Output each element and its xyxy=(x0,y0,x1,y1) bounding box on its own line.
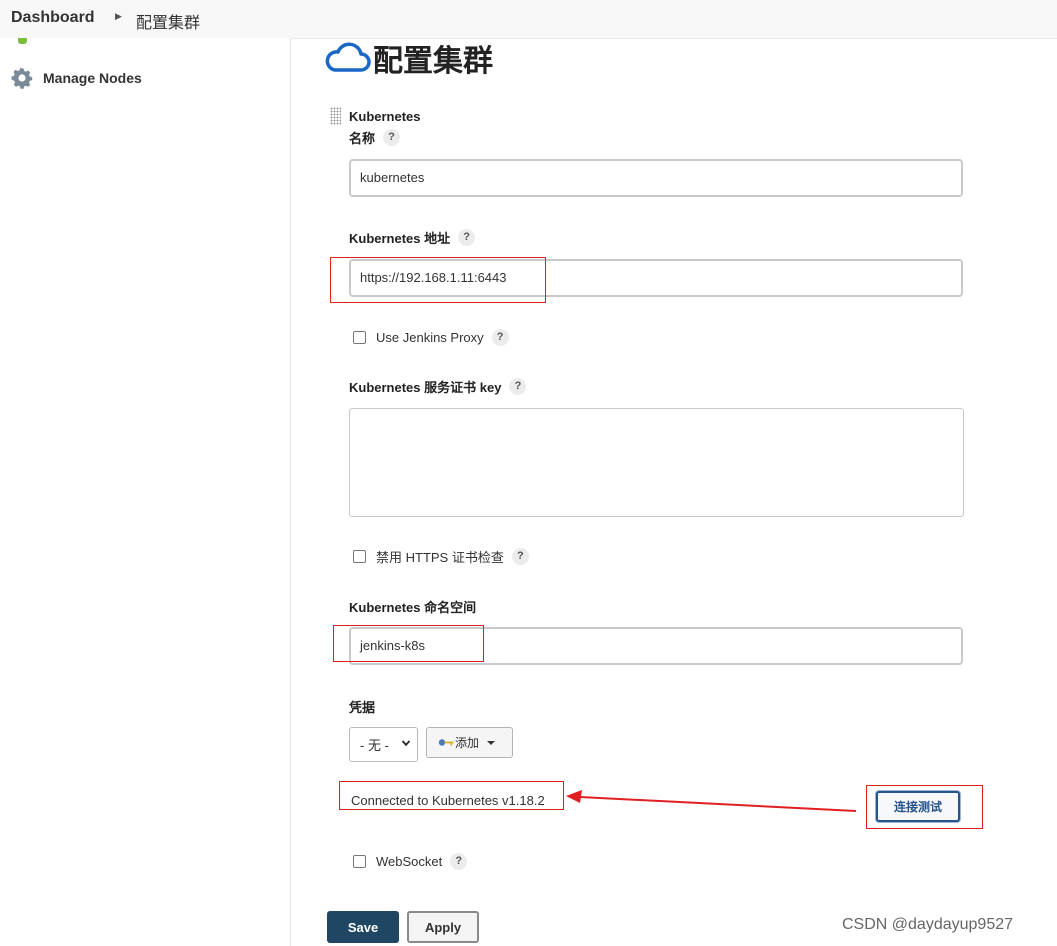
annotation-arrow-icon xyxy=(566,790,857,812)
help-icon[interactable]: ? xyxy=(511,548,529,565)
cert-key-textarea[interactable] xyxy=(349,408,964,517)
cert-key-label-text: Kubernetes 服务证书 key xyxy=(349,380,502,395)
namespace-label: Kubernetes 命名空间 xyxy=(349,597,476,616)
cert-key-label: Kubernetes 服务证书 key ? xyxy=(349,377,527,396)
sidebar-item-manage-nodes[interactable]: Manage Nodes xyxy=(10,65,142,91)
credentials-label-text: 凭据 xyxy=(349,700,376,715)
breadcrumb-bar: Dashboard ▶ 配置集群 xyxy=(0,0,1057,39)
help-icon[interactable]: ? xyxy=(450,853,468,870)
annotation-box-namespace xyxy=(333,625,484,662)
sidebar: Manage Nodes xyxy=(0,38,291,946)
name-input[interactable]: kubernetes xyxy=(349,159,963,197)
websocket-row: WebSocket ? xyxy=(353,853,468,870)
page-title: 配置集群 xyxy=(323,38,493,78)
apply-button[interactable]: Apply xyxy=(407,911,479,943)
breadcrumb-current: 配置集群 xyxy=(136,15,201,32)
credentials-selected: - 无 - xyxy=(360,738,389,753)
help-icon[interactable]: ? xyxy=(491,329,509,346)
help-icon[interactable]: ? xyxy=(383,129,401,146)
disable-https-label: 禁用 HTTPS 证书检查 xyxy=(376,550,504,565)
key-icon xyxy=(438,739,454,746)
breadcrumb-dashboard[interactable]: Dashboard xyxy=(11,9,95,27)
websocket-checkbox[interactable] xyxy=(353,855,366,868)
websocket-label: WebSocket xyxy=(376,854,443,869)
add-credentials-label: 添加 xyxy=(455,736,480,750)
chevron-down-icon xyxy=(401,740,411,747)
credentials-label: 凭据 xyxy=(349,697,375,716)
breadcrumb-chevron-icon[interactable]: ▶ xyxy=(115,11,122,22)
caret-down-icon xyxy=(487,740,496,745)
save-button[interactable]: Save xyxy=(327,911,399,943)
disable-https-row: 禁用 HTTPS 证书检查 ? xyxy=(353,547,529,566)
name-label: 名称 ? xyxy=(349,128,401,147)
watermark: CSDN @daydayup9527 xyxy=(842,916,1014,933)
cloud-icon xyxy=(325,42,371,72)
drag-handle-icon[interactable] xyxy=(330,107,341,125)
address-label-text: Kubernetes 地址 xyxy=(349,231,451,246)
help-icon[interactable]: ? xyxy=(458,229,476,246)
add-credentials-button[interactable]: 添加 xyxy=(426,727,513,758)
sidebar-item-label: Manage Nodes xyxy=(43,70,142,86)
credentials-select[interactable]: - 无 - xyxy=(349,727,418,762)
name-label-text: 名称 xyxy=(349,131,376,146)
page-title-text: 配置集群 xyxy=(373,45,493,78)
gear-icon xyxy=(11,67,33,89)
use-proxy-label: Use Jenkins Proxy xyxy=(376,330,484,345)
namespace-label-text: Kubernetes 命名空间 xyxy=(349,600,477,615)
use-proxy-checkbox[interactable] xyxy=(353,331,366,344)
address-label: Kubernetes 地址 ? xyxy=(349,228,476,247)
test-connection-button[interactable]: 连接测试 xyxy=(876,791,960,822)
section-title: Kubernetes xyxy=(349,109,421,124)
connection-status: Connected to Kubernetes v1.18.2 xyxy=(351,793,545,808)
annotation-box-address xyxy=(330,257,546,303)
help-icon[interactable]: ? xyxy=(509,378,527,395)
status-indicator xyxy=(18,38,27,44)
use-proxy-row: Use Jenkins Proxy ? xyxy=(353,329,509,346)
disable-https-checkbox[interactable] xyxy=(353,550,366,563)
